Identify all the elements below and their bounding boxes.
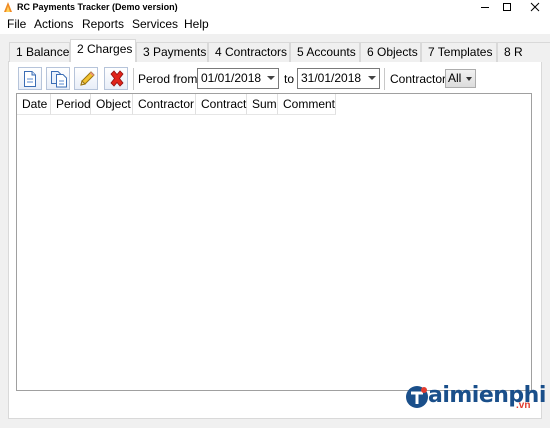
column-header-date[interactable]: Date <box>17 94 51 115</box>
column-header-sum[interactable]: Sum <box>247 94 278 115</box>
new-document-icon <box>24 71 36 87</box>
tab-balance[interactable]: 1 Balance <box>9 42 70 62</box>
delete-x-icon <box>110 70 124 87</box>
toolbar-separator <box>133 68 134 90</box>
tab-templates[interactable]: 7 Templates <box>421 42 497 62</box>
app-window: RC Payments Tracker (Demo version) File … <box>0 0 550 428</box>
app-logo-icon <box>4 2 12 12</box>
chevron-down-icon[interactable] <box>466 77 472 81</box>
period-from-label: Perod from <box>138 72 198 86</box>
maximize-button[interactable] <box>496 0 518 14</box>
title-bar[interactable]: RC Payments Tracker (Demo version) <box>0 0 550 14</box>
tab-strip: 1 Balance 2 Charges 3 Payments 4 Contrac… <box>0 38 550 62</box>
contractor-label: Contractor <box>390 72 447 86</box>
watermark: aimienphi .vn <box>404 382 546 412</box>
chevron-down-icon[interactable] <box>267 76 275 80</box>
tab-accounts[interactable]: 5 Accounts <box>290 42 360 62</box>
menu-services[interactable]: Services <box>132 17 178 31</box>
watermark-logo-icon <box>406 386 428 408</box>
column-header-contract[interactable]: Contract <box>196 94 247 115</box>
tab-objects[interactable]: 6 Objects <box>360 42 421 62</box>
copy-document-icon <box>51 71 67 88</box>
column-header-period[interactable]: Period <box>51 94 91 115</box>
new-record-button[interactable] <box>18 67 42 90</box>
contractor-value: All <box>448 71 462 85</box>
column-header-contractor[interactable]: Contractor <box>133 94 196 115</box>
contractor-select[interactable]: All <box>445 69 476 88</box>
date-from-value: 01/01/2018 <box>201 71 262 85</box>
edit-pencil-icon <box>80 71 95 86</box>
copy-record-button[interactable] <box>46 67 70 90</box>
menu-reports[interactable]: Reports <box>82 17 124 31</box>
menu-bar: File Actions Reports Services Help <box>0 14 550 34</box>
close-button[interactable] <box>520 0 550 14</box>
to-label: to <box>284 72 295 86</box>
tab-reports[interactable]: 8 R <box>497 42 550 62</box>
column-header-comment[interactable]: Comment <box>278 94 336 115</box>
watermark-suffix: .vn <box>516 400 531 411</box>
edit-record-button[interactable] <box>74 67 98 90</box>
charges-grid[interactable]: Date Period Object Contractor Contract S… <box>16 93 532 391</box>
date-to-value: 31/01/2018 <box>301 71 362 85</box>
window-title: RC Payments Tracker (Demo version) <box>17 2 178 12</box>
toolbar-separator <box>384 68 385 90</box>
delete-record-button[interactable] <box>104 67 128 90</box>
date-to-picker[interactable]: 31/01/2018 <box>297 68 380 89</box>
column-header-object[interactable]: Object <box>91 94 133 115</box>
menu-file[interactable]: File <box>7 17 26 31</box>
minimize-button[interactable] <box>474 0 496 14</box>
tab-charges[interactable]: 2 Charges <box>70 39 136 62</box>
menu-actions[interactable]: Actions <box>34 17 73 31</box>
chevron-down-icon[interactable] <box>368 76 376 80</box>
status-bar <box>0 419 550 428</box>
date-from-picker[interactable]: 01/01/2018 <box>197 68 279 89</box>
tab-payments[interactable]: 3 Payments <box>136 42 208 62</box>
menu-help[interactable]: Help <box>184 17 209 31</box>
tab-contractors[interactable]: 4 Contractors <box>208 42 290 62</box>
